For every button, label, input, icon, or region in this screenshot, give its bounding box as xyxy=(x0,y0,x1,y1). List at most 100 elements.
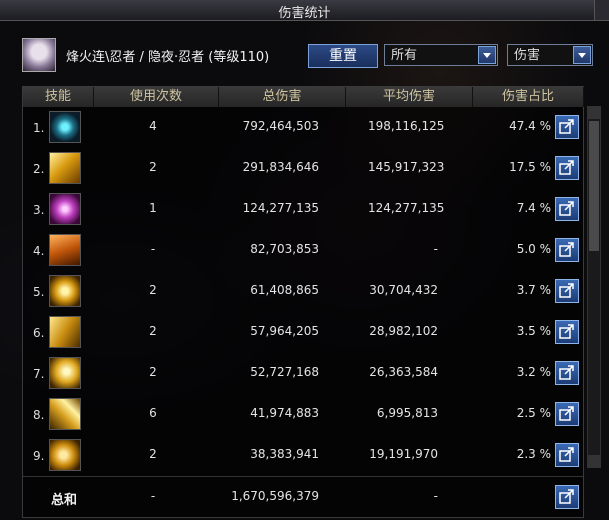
skill-icon-7[interactable] xyxy=(49,357,81,389)
total-uses: - xyxy=(150,489,156,503)
total-label: 总和 xyxy=(51,493,78,508)
row-total: 82,703,853 xyxy=(250,242,319,256)
skill-icon-5[interactable] xyxy=(49,275,81,307)
row-index: 8. xyxy=(33,408,45,422)
row-avg: - xyxy=(433,242,438,256)
row-index: 5. xyxy=(33,285,45,299)
row-detail-button[interactable] xyxy=(555,402,579,426)
chevron-down-icon[interactable] xyxy=(573,46,591,64)
share-icon xyxy=(559,283,574,298)
row-pct: 5.0 % xyxy=(516,242,551,256)
row-uses: 1 xyxy=(149,201,157,215)
scroll-down-button[interactable] xyxy=(588,455,600,467)
row-uses: 4 xyxy=(149,119,157,133)
row-total: 792,464,503 xyxy=(242,119,319,133)
row-index: 9. xyxy=(33,449,45,463)
row-pct: 17.5 % xyxy=(509,160,551,174)
row-detail-button[interactable] xyxy=(555,279,579,303)
metric-dropdown[interactable]: 伤害 xyxy=(507,44,593,66)
share-icon xyxy=(559,242,574,257)
table-row: 7. 2 52,727,168 26,363,584 3.2 % xyxy=(23,353,583,394)
header-pct: 伤害占比 xyxy=(473,87,584,107)
header-total: 总伤害 xyxy=(219,87,346,107)
row-index: 2. xyxy=(33,162,45,176)
row-detail-button[interactable] xyxy=(555,197,579,221)
scrollbar[interactable] xyxy=(587,106,601,468)
skill-icon-6[interactable] xyxy=(49,316,81,348)
table-row: 6. 2 57,964,205 28,982,102 3.5 % xyxy=(23,312,583,353)
row-avg: 6,995,813 xyxy=(376,406,438,420)
header-skill: 技能 xyxy=(23,87,94,107)
table-row: 2. 2 291,834,646 145,917,323 17.5 % xyxy=(23,148,583,189)
row-detail-button[interactable] xyxy=(555,361,579,385)
skill-icon-2[interactable] xyxy=(49,152,81,184)
row-index: 6. xyxy=(33,326,45,340)
skill-icon-3[interactable] xyxy=(49,193,81,225)
share-icon xyxy=(559,406,574,421)
header-avg: 平均伤害 xyxy=(346,87,473,107)
share-icon xyxy=(559,365,574,380)
damage-table: 技能 使用次数 总伤害 平均伤害 伤害占比 1. 4 792,464,503 198,… xyxy=(22,86,584,518)
table-header: 技能 使用次数 总伤害 平均伤害 伤害占比 xyxy=(23,87,584,107)
filter-dropdown[interactable]: 所有 xyxy=(384,44,498,66)
header-uses: 使用次数 xyxy=(94,87,219,107)
row-detail-button[interactable] xyxy=(555,115,579,139)
share-icon xyxy=(559,201,574,216)
avatar xyxy=(22,38,56,72)
table-row: 5. 2 61,408,865 30,704,432 3.7 % xyxy=(23,271,583,312)
row-total: 291,834,646 xyxy=(242,160,319,174)
skill-icon-8[interactable] xyxy=(49,398,81,430)
reset-button[interactable]: 重置 xyxy=(308,44,378,68)
skill-icon-1[interactable] xyxy=(49,111,81,143)
share-icon xyxy=(559,489,574,504)
row-total: 52,727,168 xyxy=(250,365,319,379)
table-row: 9. 2 38,383,941 19,191,970 2.3 % xyxy=(23,435,583,476)
row-uses: 2 xyxy=(149,283,157,297)
total-row: 总和 - 1,670,596,379 - xyxy=(23,476,583,517)
character-name: 烽火连\忍者 / 隐夜·忍者 (等级110) xyxy=(66,50,270,65)
row-index: 7. xyxy=(33,367,45,381)
row-avg: 19,191,970 xyxy=(369,447,438,461)
row-detail-button[interactable] xyxy=(555,443,579,467)
total-avg: - xyxy=(433,489,438,503)
row-pct: 3.2 % xyxy=(516,365,551,379)
row-index: 4. xyxy=(33,244,45,258)
scroll-up-button[interactable] xyxy=(588,107,600,119)
row-uses: 6 xyxy=(149,406,157,420)
row-pct: 7.4 % xyxy=(516,201,551,215)
row-avg: 145,917,323 xyxy=(368,160,445,174)
share-icon xyxy=(559,119,574,134)
row-detail-button[interactable] xyxy=(555,156,579,180)
row-uses: 2 xyxy=(149,447,157,461)
scroll-thumb[interactable] xyxy=(589,121,599,251)
total-detail-button[interactable] xyxy=(555,485,579,509)
row-avg: 198,116,125 xyxy=(368,119,445,133)
share-icon xyxy=(559,447,574,462)
close-tab[interactable] xyxy=(594,0,609,20)
table-row: 3. 1 124,277,135 124,277,135 7.4 % xyxy=(23,189,583,230)
row-avg: 124,277,135 xyxy=(368,201,445,215)
total-damage: 1,670,596,379 xyxy=(231,489,319,503)
table-row: 4. - 82,703,853 - 5.0 % xyxy=(23,230,583,271)
row-total: 41,974,883 xyxy=(250,406,319,420)
window-title: 伤害统计 xyxy=(278,6,331,21)
row-detail-button[interactable] xyxy=(555,320,579,344)
row-index: 3. xyxy=(33,203,45,217)
title-bar[interactable]: 伤害统计 xyxy=(0,0,609,21)
filter-dropdown-value: 所有 xyxy=(391,48,418,63)
row-total: 61,408,865 xyxy=(250,283,319,297)
row-pct: 3.5 % xyxy=(516,324,551,338)
row-uses: 2 xyxy=(149,365,157,379)
skill-icon-4[interactable] xyxy=(49,234,81,266)
row-detail-button[interactable] xyxy=(555,238,579,262)
row-index: 1. xyxy=(33,121,45,135)
share-icon xyxy=(559,160,574,175)
row-pct: 47.4 % xyxy=(509,119,551,133)
skill-icon-9[interactable] xyxy=(49,439,81,471)
table-row: 8. 6 41,974,883 6,995,813 2.5 % xyxy=(23,394,583,435)
table-row: 1. 4 792,464,503 198,116,125 47.4 % xyxy=(23,107,583,148)
metric-dropdown-value: 伤害 xyxy=(514,48,541,63)
chevron-down-icon[interactable] xyxy=(478,46,496,64)
row-total: 57,964,205 xyxy=(250,324,319,338)
row-avg: 28,982,102 xyxy=(369,324,438,338)
